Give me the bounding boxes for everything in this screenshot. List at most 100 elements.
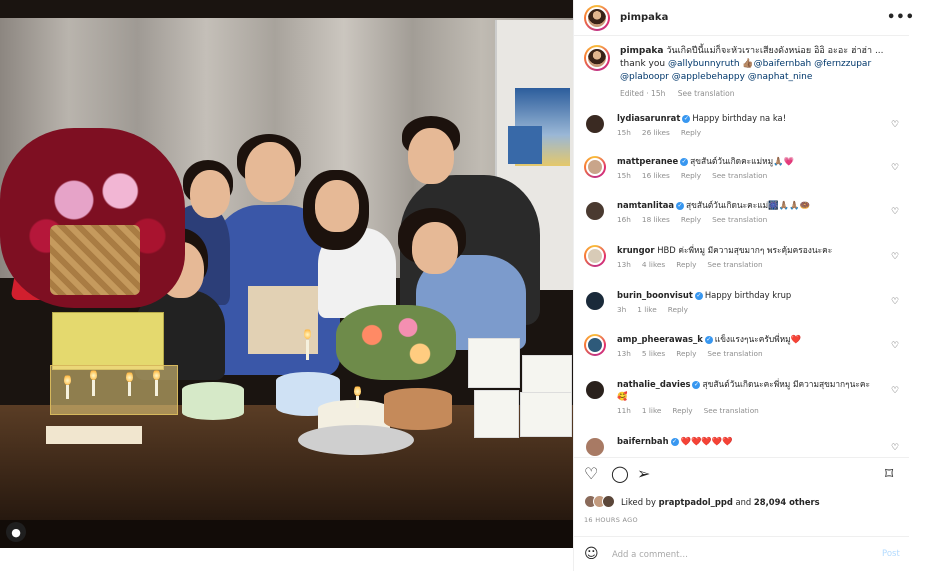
comment-likes[interactable]: 18 likes <box>642 215 670 224</box>
commenter-username[interactable]: nathalie_davies <box>617 379 690 389</box>
comment-text: สุขสันต์วันเกิดนะคะแม่🎆🙏🏽🙏🏽🍩 <box>686 200 810 210</box>
comment-likes[interactable]: 5 likes <box>642 349 665 358</box>
cake <box>182 382 244 420</box>
candle-flame <box>153 369 160 380</box>
candle <box>356 396 359 408</box>
comment-see-translation[interactable]: See translation <box>712 215 767 224</box>
commenter-username[interactable]: lydiasarunrat <box>617 113 680 123</box>
person-face <box>315 180 359 232</box>
commenter-avatar[interactable] <box>584 113 606 135</box>
shelf-item <box>508 126 542 164</box>
candle-flame <box>90 369 97 380</box>
verified-badge-icon: ✓ <box>670 437 679 446</box>
comment-text: ❤️❤️❤️❤️❤️ <box>680 436 733 446</box>
comment-see-translation[interactable]: See translation <box>704 406 759 415</box>
caption-username[interactable]: pimpaka <box>620 46 663 56</box>
verified-badge-icon: ✓ <box>682 114 691 123</box>
save-bookmark-icon[interactable]: ⌑ <box>885 464 893 483</box>
action-bar: ♡ ◯ ➢ ⌑ <box>574 457 909 489</box>
candle-flame <box>354 385 361 396</box>
comment-like-heart-icon[interactable]: ♡ <box>891 386 899 396</box>
comment-see-translation[interactable]: See translation <box>707 349 762 358</box>
likes-summary: Liked by praptpadol_ppd and 28,094 other… <box>584 495 820 508</box>
comment-reply[interactable]: Reply <box>668 305 688 314</box>
author-avatar[interactable] <box>584 4 610 31</box>
commenter-avatar[interactable] <box>584 290 606 312</box>
liker-avatar[interactable] <box>602 495 615 508</box>
comment-like-heart-icon[interactable]: ♡ <box>891 163 899 173</box>
comment-time[interactable]: 13h <box>617 349 631 358</box>
person-face <box>408 128 454 184</box>
commenter-avatar[interactable] <box>584 156 606 178</box>
comment-bubble-icon[interactable]: ◯ <box>611 464 629 483</box>
comment-like-heart-icon[interactable]: ♡ <box>891 341 899 351</box>
commenter-username[interactable]: namtanlitaa <box>617 200 674 210</box>
author-username[interactable]: pimpaka <box>620 12 668 23</box>
likes-text[interactable]: Liked by praptpadol_ppd and 28,094 other… <box>621 497 820 507</box>
comment-time[interactable]: 3h <box>617 305 626 314</box>
comment-likes[interactable]: 16 likes <box>642 171 670 180</box>
post-header: pimpaka ••• <box>574 0 914 36</box>
person-face <box>412 222 458 274</box>
caption-avatar[interactable] <box>584 45 610 71</box>
post-photo[interactable]: ● <box>0 0 573 548</box>
gift-bag <box>468 338 520 388</box>
comment-row: baifernbah ✓ ❤️❤️❤️❤️❤️ <box>584 435 909 458</box>
comment-row: lydiasarunrat ✓ Happy birthday na ka! 15h 26… <box>584 112 909 137</box>
comment-reply[interactable]: Reply <box>676 260 696 269</box>
post-timestamp[interactable]: 16 HOURS AGO <box>584 516 638 524</box>
post-caption: pimpaka วันเกิดปีนี้แม่ก็จะหัวเราะเสียงด… <box>584 45 904 100</box>
comment-reply[interactable]: Reply <box>681 215 701 224</box>
greeting-card <box>46 426 142 444</box>
comment-see-translation[interactable]: See translation <box>712 171 767 180</box>
comment-like-heart-icon[interactable]: ♡ <box>891 443 899 453</box>
comment-time[interactable]: 15h <box>617 171 631 180</box>
comment-time[interactable]: 11h <box>617 406 631 415</box>
comment-like-heart-icon[interactable]: ♡ <box>891 207 899 217</box>
comment-like-heart-icon[interactable]: ♡ <box>891 297 899 307</box>
commenter-username[interactable]: burin_boonvisut <box>617 290 693 300</box>
commenter-username[interactable]: mattperanee <box>617 156 678 166</box>
post-side-panel: pimpaka ••• pimpaka วันเกิดปีนี้แม่ก็จะห… <box>573 0 946 571</box>
comment-time[interactable]: 13h <box>617 260 631 269</box>
emoji-icon[interactable]: ☺ <box>584 546 599 562</box>
verified-badge-icon: ✓ <box>680 157 689 166</box>
comment-reply[interactable]: Reply <box>681 128 701 137</box>
comment-likes[interactable]: 26 likes <box>642 128 670 137</box>
caption-mentions[interactable]: @allybunnyruth 👍🏽@baifernbah @fernzzupar <box>668 59 871 69</box>
comment-time[interactable]: 15h <box>617 128 631 137</box>
comment-likes[interactable]: 1 like <box>642 406 661 415</box>
commenter-avatar[interactable] <box>584 379 606 401</box>
comment-likes[interactable]: 1 like <box>637 305 656 314</box>
comment-like-heart-icon[interactable]: ♡ <box>891 120 899 130</box>
tagged-user-icon[interactable]: ● <box>6 522 26 542</box>
commenter-avatar[interactable] <box>584 245 606 267</box>
caption-mentions[interactable]: @plaboopr @applebehappy @naphat_nine <box>620 72 812 82</box>
verified-badge-icon: ✓ <box>704 335 713 344</box>
like-heart-icon[interactable]: ♡ <box>584 464 598 483</box>
commenter-username[interactable]: baifernbah <box>617 436 669 446</box>
comment-likes[interactable]: 4 likes <box>642 260 665 269</box>
commenter-avatar[interactable] <box>584 436 606 458</box>
gift-bag <box>474 390 519 438</box>
comment-see-translation[interactable]: See translation <box>707 260 762 269</box>
commenter-username[interactable]: krungor <box>617 245 655 255</box>
commenter-avatar[interactable] <box>584 200 606 222</box>
commenter-username[interactable]: amp_pheerawas_k <box>617 334 703 344</box>
verified-badge-icon: ✓ <box>676 201 685 210</box>
comment-reply[interactable]: Reply <box>681 171 701 180</box>
comment-reply[interactable]: Reply <box>676 349 696 358</box>
comment-row: krungor HBD ค่ะพี่หมู มีความสุขมากๆ พระค… <box>584 244 909 269</box>
caption-see-translation[interactable]: See translation <box>678 89 735 98</box>
share-send-icon[interactable]: ➢ <box>637 464 650 483</box>
comment-reply[interactable]: Reply <box>672 406 692 415</box>
commenter-avatar[interactable] <box>584 334 606 356</box>
person-face <box>190 170 230 218</box>
comment-like-heart-icon[interactable]: ♡ <box>891 252 899 262</box>
comment-input[interactable] <box>612 547 852 563</box>
comment-row: nathalie_davies ✓ สุขสันต์วันเกิดนะคะพี่หม… <box>584 378 909 415</box>
comment-time[interactable]: 16h <box>617 215 631 224</box>
comment-text: HBD ค่ะพี่หมู มีความสุขมากๆ พระคุ้มครองน… <box>657 245 833 255</box>
post-comment-button[interactable]: Post <box>882 549 900 559</box>
more-options-icon[interactable]: ••• <box>887 10 915 25</box>
